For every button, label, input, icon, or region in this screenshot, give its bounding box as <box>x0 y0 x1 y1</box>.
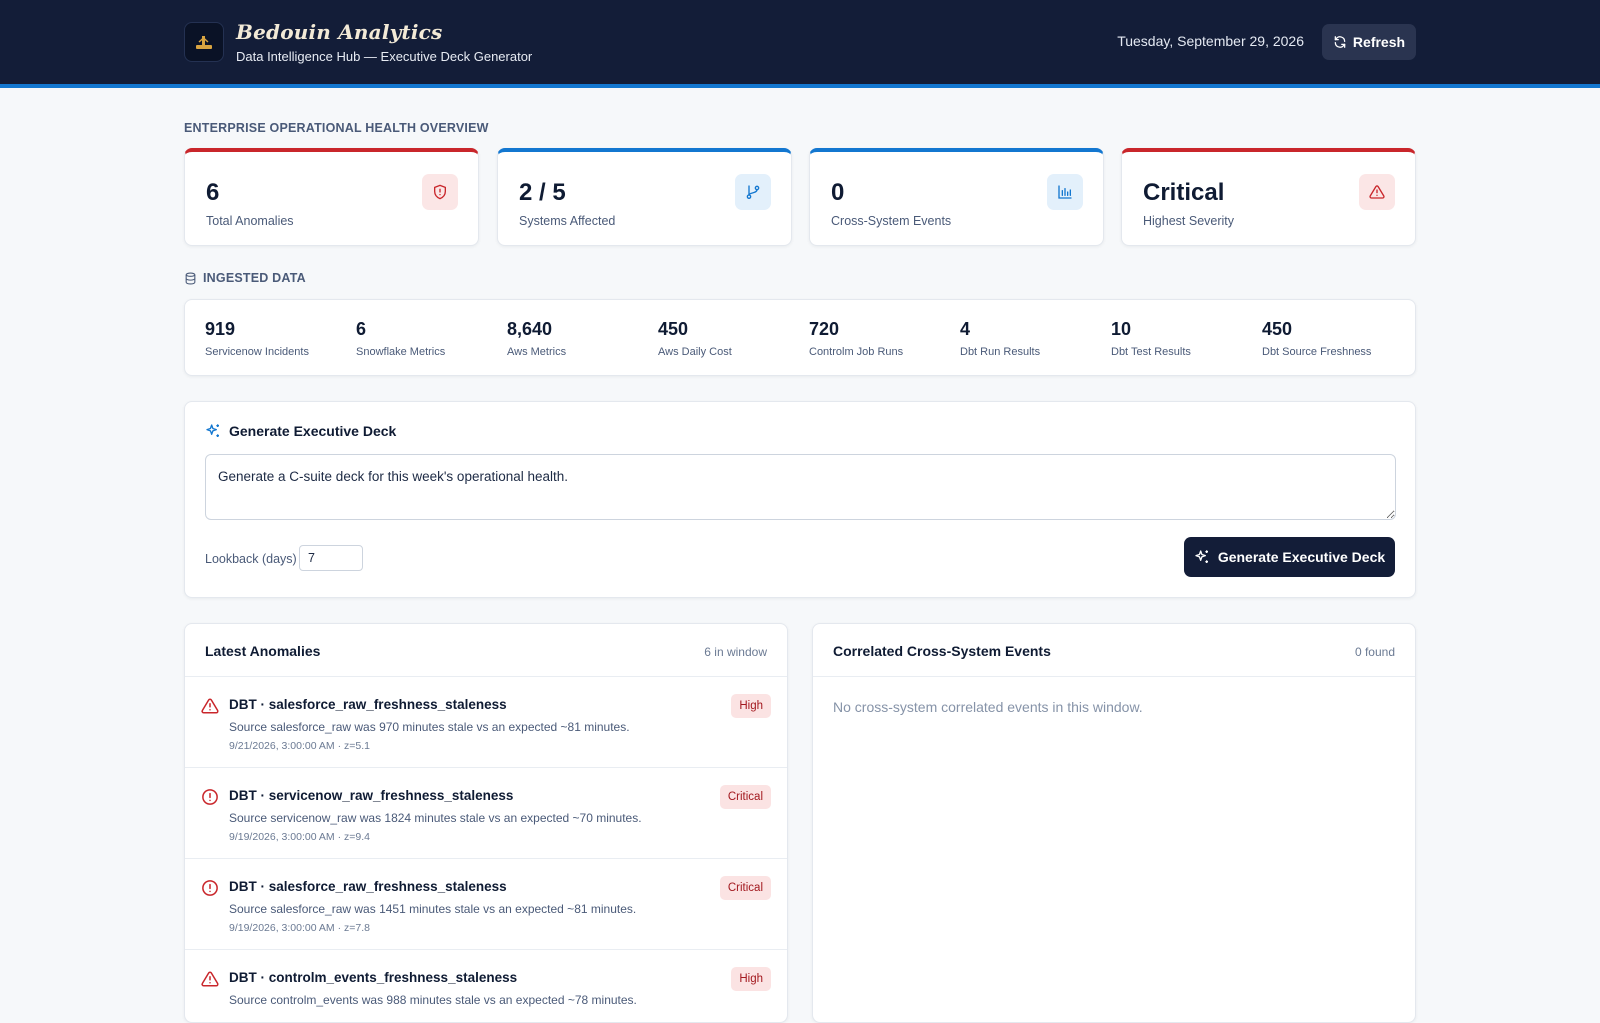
latest-anomalies-panel: Latest Anomalies 6 in window DBT · sales… <box>184 623 788 1023</box>
ingest-value: 450 <box>658 319 689 339</box>
refresh-label: Refresh <box>1352 34 1406 50</box>
anomaly-description: Source salesforce_raw was 1451 minutes s… <box>229 902 637 916</box>
panel-title: Correlated Cross-System Events <box>833 643 1051 659</box>
panel-header: Correlated Cross-System Events 0 found <box>813 624 1415 677</box>
lookback-label: Lookback (days) <box>205 552 297 566</box>
ingest-label: Dbt Run Results <box>960 346 1041 358</box>
ingest-item-snowflake-metrics: 6 Snowflake Metrics <box>356 319 445 358</box>
empty-state-text: No cross-system correlated events in thi… <box>833 699 1143 715</box>
ingest-label: Dbt Test Results <box>1111 346 1191 358</box>
refresh-icon <box>1334 36 1346 48</box>
kpi-label: Highest Severity <box>1143 214 1235 228</box>
deck-prompt-input[interactable]: Generate a C-suite deck for this week's … <box>205 454 1396 520</box>
alert-circle-icon <box>202 789 218 805</box>
anomaly-item[interactable]: DBT · salesforce_raw_freshness_staleness… <box>185 677 787 768</box>
ingest-value: 6 <box>356 319 367 339</box>
anomaly-meta: 9/19/2026, 3:00:00 AM · z=9.4 <box>229 831 370 843</box>
generate-deck-card: Generate Executive Deck Generate a C-sui… <box>184 401 1416 598</box>
severity-badge: High <box>731 694 771 718</box>
anomaly-item[interactable]: DBT · controlm_events_freshness_stalenes… <box>185 950 787 1022</box>
severity-badge: Critical <box>719 785 771 809</box>
anomaly-meta: 9/19/2026, 3:00:00 AM · z=7.8 <box>229 922 370 934</box>
kpi-highest-severity: Critical Highest Severity <box>1121 148 1416 246</box>
ingest-value: 720 <box>809 319 840 339</box>
kpi-label: Cross-System Events <box>831 214 952 228</box>
anomaly-title: DBT · controlm_events_freshness_stalenes… <box>229 970 518 985</box>
kpi-value: 2 / 5 <box>519 179 566 206</box>
warning-triangle-icon <box>201 971 219 987</box>
refresh-button[interactable]: Refresh <box>1322 24 1416 60</box>
ingest-value: 450 <box>1262 319 1293 339</box>
git-branch-icon <box>735 174 771 210</box>
ingest-label: Snowflake Metrics <box>356 346 446 358</box>
anomaly-item[interactable]: DBT · servicenow_raw_freshness_staleness… <box>185 768 787 859</box>
generate-deck-button-label: Generate Executive Deck <box>1217 549 1386 565</box>
ingest-item-controlm-job-runs: 720 Controlm Job Runs <box>809 319 903 358</box>
current-date: Tuesday, September 29, 2026 <box>1117 33 1304 49</box>
anomaly-item[interactable]: DBT · salesforce_raw_freshness_staleness… <box>185 859 787 950</box>
database-icon <box>185 272 196 284</box>
kpi-label: Total Anomalies <box>206 214 294 228</box>
sparkles-icon <box>206 424 219 437</box>
shield-alert-icon <box>422 174 458 210</box>
anomaly-description: Source controlm_events was 988 minutes s… <box>229 993 637 1007</box>
kpi-label: Systems Affected <box>519 214 616 228</box>
ingest-item-aws-daily-cost: 450 Aws Daily Cost <box>658 319 732 358</box>
ingest-label: Servicenow Incidents <box>205 346 309 358</box>
top-bar: Bedouin Analytics Data Intelligence Hub … <box>0 0 1600 88</box>
ingested-label: INGESTED DATA <box>203 271 306 285</box>
severity-badge: Critical <box>719 876 771 900</box>
panel-title: Latest Anomalies <box>205 643 321 659</box>
anomaly-title: DBT · salesforce_raw_freshness_staleness <box>229 697 507 712</box>
kpi-value: 6 <box>206 179 220 206</box>
ingest-item-dbt-source-freshness: 450 Dbt Source Freshness <box>1262 319 1371 358</box>
kpi-cross-system-events: 0 Cross-System Events <box>809 148 1104 246</box>
ingest-label: Controlm Job Runs <box>809 346 904 358</box>
generate-deck-button[interactable]: Generate Executive Deck <box>1184 537 1395 577</box>
anomaly-description: Source salesforce_raw was 970 minutes st… <box>229 720 630 734</box>
panel-header: Latest Anomalies 6 in window <box>185 624 787 677</box>
anomaly-meta: 9/21/2026, 3:00:00 AM · z=5.1 <box>229 740 370 752</box>
generate-deck-title: Generate Executive Deck <box>229 423 397 439</box>
ingest-item-servicenow-incidents: 919 Servicenow Incidents <box>205 319 309 358</box>
ingested-data-card: 919 Servicenow Incidents 6 Snowflake Met… <box>184 299 1416 376</box>
lookback-days-input[interactable] <box>299 545 363 571</box>
anomaly-description: Source servicenow_raw was 1824 minutes s… <box>229 811 642 825</box>
ingest-value: 4 <box>960 319 971 339</box>
ingest-label: Aws Daily Cost <box>658 346 732 358</box>
bar-chart-icon <box>1047 174 1083 210</box>
panel-count: 0 found <box>1354 645 1395 659</box>
anomaly-title: DBT · servicenow_raw_freshness_staleness <box>229 788 514 803</box>
ingest-item-dbt-run-results: 4 Dbt Run Results <box>960 319 1040 358</box>
ingest-value: 10 <box>1111 319 1132 339</box>
warning-triangle-icon <box>1359 174 1395 210</box>
ingest-label: Dbt Source Freshness <box>1262 346 1372 358</box>
ingest-label: Aws Metrics <box>507 346 567 358</box>
ingested-label-row: INGESTED DATA <box>184 271 306 285</box>
brand-subtitle: Data Intelligence Hub — Executive Deck G… <box>236 49 533 64</box>
ingest-item-aws-metrics: 8,640 Aws Metrics <box>507 319 566 358</box>
ingest-value: 8,640 <box>507 319 553 339</box>
kpi-total-anomalies: 6 Total Anomalies <box>184 148 479 246</box>
brand-title: Bedouin Analytics <box>236 20 443 44</box>
ingest-value: 919 <box>205 319 236 339</box>
alert-circle-icon <box>202 880 218 896</box>
kpi-value: 0 <box>831 179 845 206</box>
correlated-events-panel: Correlated Cross-System Events 0 found N… <box>812 623 1416 1023</box>
panel-count: 6 in window <box>704 645 767 659</box>
anomaly-title: DBT · salesforce_raw_freshness_staleness <box>229 879 507 894</box>
severity-badge: High <box>731 967 771 991</box>
sparkles-icon <box>1195 550 1208 563</box>
kpi-value: Critical <box>1143 179 1225 206</box>
ingest-item-dbt-test-results: 10 Dbt Test Results <box>1111 319 1191 358</box>
logo <box>184 22 224 62</box>
logo-icon <box>196 36 212 49</box>
kpi-systems-affected: 2 / 5 Systems Affected <box>497 148 792 246</box>
generate-deck-title-row: Generate Executive Deck <box>205 423 396 439</box>
overview-label: ENTERPRISE OPERATIONAL HEALTH OVERVIEW <box>184 121 489 135</box>
warning-triangle-icon <box>201 698 219 714</box>
